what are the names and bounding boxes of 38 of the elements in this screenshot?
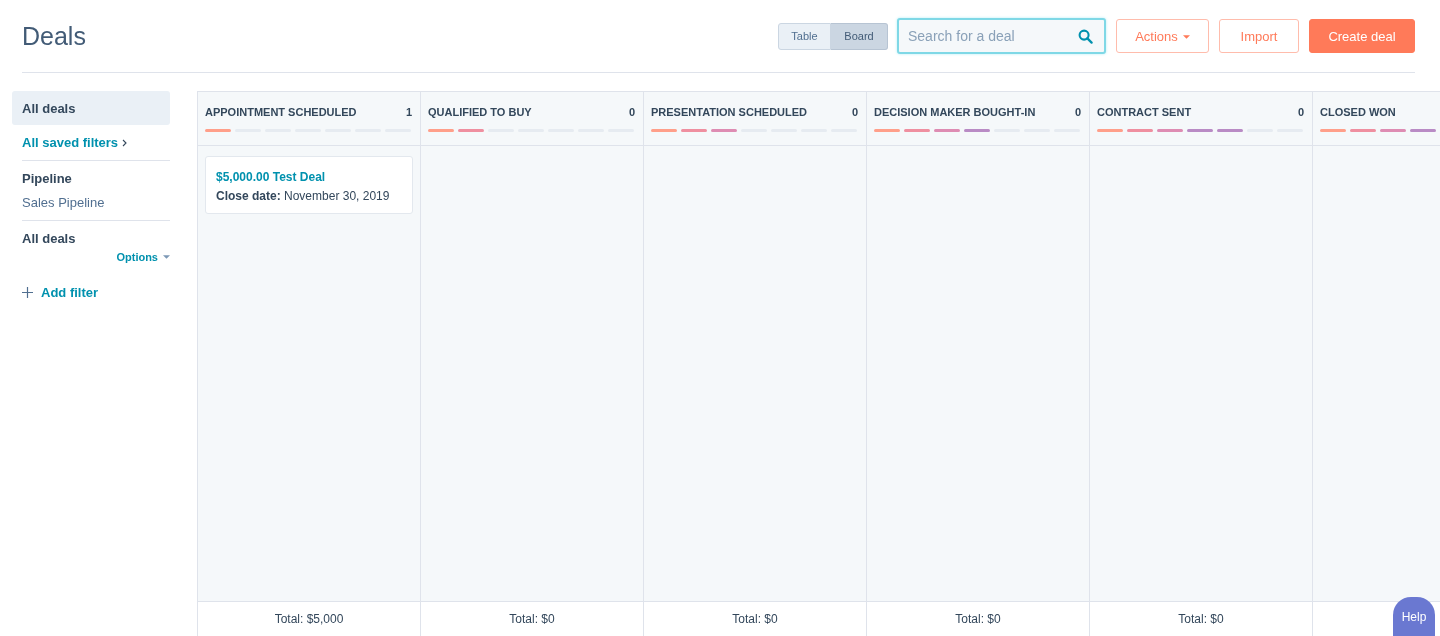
- pipeline-value: Sales Pipeline: [22, 194, 106, 212]
- column-total: Total: $0: [1178, 612, 1224, 626]
- column-title: PRESENTATION SCHEDULED: [651, 106, 808, 118]
- help-button[interactable]: Help: [1393, 597, 1435, 636]
- column-count: 0: [1074, 106, 1081, 118]
- add-filter-button[interactable]: Add filter: [22, 285, 99, 300]
- column-title: DECISION MAKER BOUGHT-IN: [874, 106, 1036, 118]
- caret-icon: [1182, 34, 1190, 39]
- column-title: CONTRACT SENT: [1097, 106, 1192, 118]
- pipeline-label: Pipeline: [22, 170, 73, 188]
- column-total: Total: $0: [509, 612, 555, 626]
- actions-dropdown-button[interactable]: Actions: [1116, 19, 1209, 53]
- view-toggle-tab[interactable]: Board: [831, 22, 888, 50]
- column-title: QUALIFIED TO BUY: [428, 106, 532, 118]
- column-total: Total: $5,000: [274, 612, 344, 626]
- column-count: 0: [851, 106, 858, 118]
- column-total: Total: $0: [955, 612, 1001, 626]
- saved-filters-link[interactable]: All saved filters: [22, 135, 128, 150]
- column-title: CLOSED WON: [1320, 106, 1396, 118]
- column-count: 0: [628, 106, 635, 118]
- page-title: Deals: [22, 21, 86, 51]
- chevron-right-icon: [122, 138, 128, 147]
- column-count: 0: [1297, 106, 1304, 118]
- filter-title: All deals: [22, 230, 76, 248]
- sidebar-view-item[interactable]: All deals: [12, 91, 170, 125]
- deal-close-date: Close date: November 30, 2019: [216, 189, 391, 204]
- caret-icon: [163, 255, 170, 259]
- import-button[interactable]: Import: [1219, 19, 1299, 53]
- view-toggle-tab[interactable]: Table: [778, 22, 831, 50]
- create-button[interactable]: Create deal: [1309, 19, 1415, 53]
- column-total: Total: $0: [732, 612, 778, 626]
- search-icon[interactable]: [1078, 29, 1093, 44]
- deal-title-link[interactable]: $5,000.00 Test Deal: [216, 170, 326, 185]
- plus-icon: [22, 287, 33, 298]
- column-count: 1: [405, 106, 412, 118]
- search-field[interactable]: Search for a deal: [897, 18, 1106, 54]
- column-title: APPOINTMENT SCHEDULED: [205, 106, 357, 118]
- options-dropdown[interactable]: Options: [116, 249, 170, 265]
